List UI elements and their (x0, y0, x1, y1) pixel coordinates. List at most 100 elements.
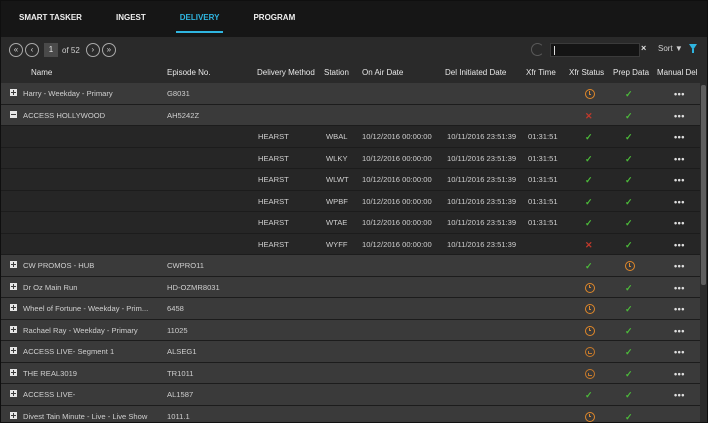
table-child-row[interactable]: HEARST WYFF 10/12/2016 00:00:00 10/11/2016 … (1, 233, 701, 255)
row-station: WLKY (326, 153, 348, 163)
last-page-button[interactable]: » (101, 43, 116, 57)
more-options-button[interactable]: ••• (674, 304, 685, 314)
more-options-button[interactable]: ••• (674, 390, 685, 400)
check-icon: ✓ (625, 304, 633, 314)
table-child-row[interactable]: HEARST WLKY 10/12/2016 00:00:00 10/11/2016 … (1, 147, 701, 169)
check-icon: ✓ (585, 196, 593, 207)
error-x-icon: ✕ (585, 110, 593, 121)
col-manual-del[interactable]: Manual Del (657, 68, 697, 77)
table-child-row[interactable]: HEARST WBAL 10/12/2016 00:00:00 10/11/2016 … (1, 126, 701, 148)
check-icon: ✓ (625, 390, 633, 400)
table-row[interactable]: ACCESS LIVE- AL1587 ✓ ✓ ••• (1, 384, 701, 406)
first-page-button[interactable]: « (9, 43, 23, 57)
expand-icon[interactable] (10, 261, 17, 268)
col-del-initiated-date[interactable]: Del Initiated Date (445, 68, 506, 77)
expand-icon[interactable] (10, 89, 17, 96)
more-options-button[interactable]: ••• (674, 261, 685, 271)
delivery-app: SMART TASKER INGEST DELIVERY PROGRAM « ‹… (0, 0, 708, 423)
more-options-button[interactable]: ••• (674, 132, 685, 142)
expand-icon[interactable] (10, 411, 17, 419)
refresh-icon[interactable] (531, 43, 544, 56)
row-on-air-date: 10/12/2016 00:00:00 (362, 239, 432, 249)
next-page-button[interactable]: › (85, 43, 100, 57)
table-child-row[interactable]: HEARST WLWT 10/12/2016 00:00:00 10/11/2016 … (1, 169, 701, 191)
row-xfr-time: 01:31:51 (528, 175, 558, 184)
search-input[interactable] (550, 43, 640, 57)
table-child-row[interactable]: HEARST WPBF 10/12/2016 00:00:00 10/11/2016 … (1, 190, 701, 212)
page-number-input[interactable]: 1 (44, 43, 58, 57)
row-xfr-time: 01:31:51 (528, 153, 558, 163)
check-icon: ✓ (625, 132, 633, 142)
row-episode: CWPRO11 (167, 261, 204, 270)
more-options-button[interactable]: ••• (674, 240, 685, 250)
check-icon: ✓ (625, 325, 633, 336)
more-options-button[interactable]: ••• (674, 197, 685, 207)
more-options-button[interactable]: ••• (674, 218, 685, 228)
more-options-button[interactable]: ••• (674, 111, 685, 121)
filter-icon[interactable] (689, 44, 697, 53)
clear-search-icon[interactable]: × (641, 43, 646, 53)
col-on-air-date[interactable]: On Air Date (362, 68, 403, 77)
expand-icon[interactable] (10, 304, 17, 311)
table-row[interactable]: Divest Tain Minute - Live - Live Show 101… (1, 405, 701, 422)
row-delivery-method: HEARST (258, 196, 289, 206)
table-row[interactable]: ACCESS HOLLYWOOD AH5242Z ✕ ✓ ••• (1, 104, 701, 126)
row-episode: 11025 (167, 325, 188, 335)
top-nav: SMART TASKER INGEST DELIVERY PROGRAM (1, 1, 707, 37)
stopwatch-icon (585, 325, 595, 336)
col-xfr-status[interactable]: Xfr Status (569, 68, 604, 77)
col-xfr-time[interactable]: Xfr Time (526, 68, 556, 77)
row-del-initiated-date: 10/11/2016 23:51:39 (447, 132, 517, 141)
scrollbar-thumb[interactable] (701, 85, 706, 285)
col-station[interactable]: Station (324, 68, 349, 77)
row-station: WYFF (326, 239, 348, 249)
more-options-button[interactable]: ••• (674, 369, 685, 379)
tab-delivery[interactable]: DELIVERY (175, 1, 224, 37)
row-name: THE REAL3019 (23, 368, 78, 378)
col-delivery-method[interactable]: Delivery Method (257, 68, 315, 77)
tab-ingest[interactable]: INGEST (116, 1, 146, 37)
expand-icon[interactable] (10, 325, 17, 333)
more-options-button[interactable]: ••• (674, 326, 685, 336)
row-xfr-time: 01:31:51 (528, 196, 558, 206)
row-del-initiated-date: 10/11/2016 23:51:39 (447, 239, 517, 249)
row-delivery-method: HEARST (258, 218, 289, 227)
table-row[interactable]: THE REAL3019 TR1011 ✓ ••• (1, 362, 701, 384)
col-episode[interactable]: Episode No. (167, 68, 211, 77)
table-row[interactable]: Dr Oz Main Run HD-OZMR8031 ✓ ••• (1, 276, 701, 298)
table-child-row[interactable]: HEARST WTAE 10/12/2016 00:00:00 10/11/2016 … (1, 212, 701, 234)
row-del-initiated-date: 10/11/2016 23:51:39 (447, 196, 517, 206)
check-icon: ✓ (625, 368, 633, 379)
row-xfr-time: 01:31:51 (528, 132, 558, 141)
table-row[interactable]: Harry - Weekday - Primary G8031 ✓ ••• (1, 83, 701, 105)
more-options-button[interactable]: ••• (674, 154, 685, 164)
table-row[interactable]: ACCESS LIVE- Segment 1 ALSEG1 ✓ ••• (1, 341, 701, 363)
table-row[interactable]: Wheel of Fortune - Weekday - Prim... 6458… (1, 298, 701, 320)
stopwatch-icon (585, 282, 595, 293)
expand-icon[interactable] (10, 347, 17, 354)
table-row[interactable]: Rachael Ray - Weekday - Primary 11025 ✓ ••• (1, 319, 701, 341)
tab-program[interactable]: PROGRAM (253, 1, 295, 37)
table-row[interactable]: CW PROMOS - HUB CWPRO11 ✓ ••• (1, 255, 701, 277)
prev-page-button[interactable]: ‹ (25, 43, 39, 57)
more-options-button[interactable]: ••• (674, 89, 685, 99)
more-options-button[interactable]: ••• (674, 347, 685, 357)
col-prep-data[interactable]: Prep Data (613, 68, 649, 77)
check-icon: ✓ (625, 196, 633, 207)
expand-icon[interactable] (10, 282, 17, 290)
expand-icon[interactable] (10, 368, 17, 376)
sort-dropdown[interactable]: Sort ▼ (658, 44, 683, 53)
expand-icon[interactable] (10, 390, 17, 397)
tab-smart-tasker[interactable]: SMART TASKER (19, 1, 82, 37)
check-icon: ✓ (625, 89, 633, 99)
col-name[interactable]: Name (31, 68, 52, 77)
more-options-button[interactable]: ••• (674, 283, 685, 293)
row-name: CW PROMOS - HUB (23, 261, 95, 270)
vertical-scrollbar[interactable] (700, 83, 707, 422)
more-options-button[interactable]: ••• (674, 175, 685, 185)
collapse-icon[interactable] (10, 110, 17, 118)
row-episode: 1011.1 (167, 411, 190, 421)
check-icon: ✓ (625, 218, 633, 228)
error-x-icon: ✕ (585, 239, 593, 250)
check-icon: ✓ (585, 218, 593, 228)
